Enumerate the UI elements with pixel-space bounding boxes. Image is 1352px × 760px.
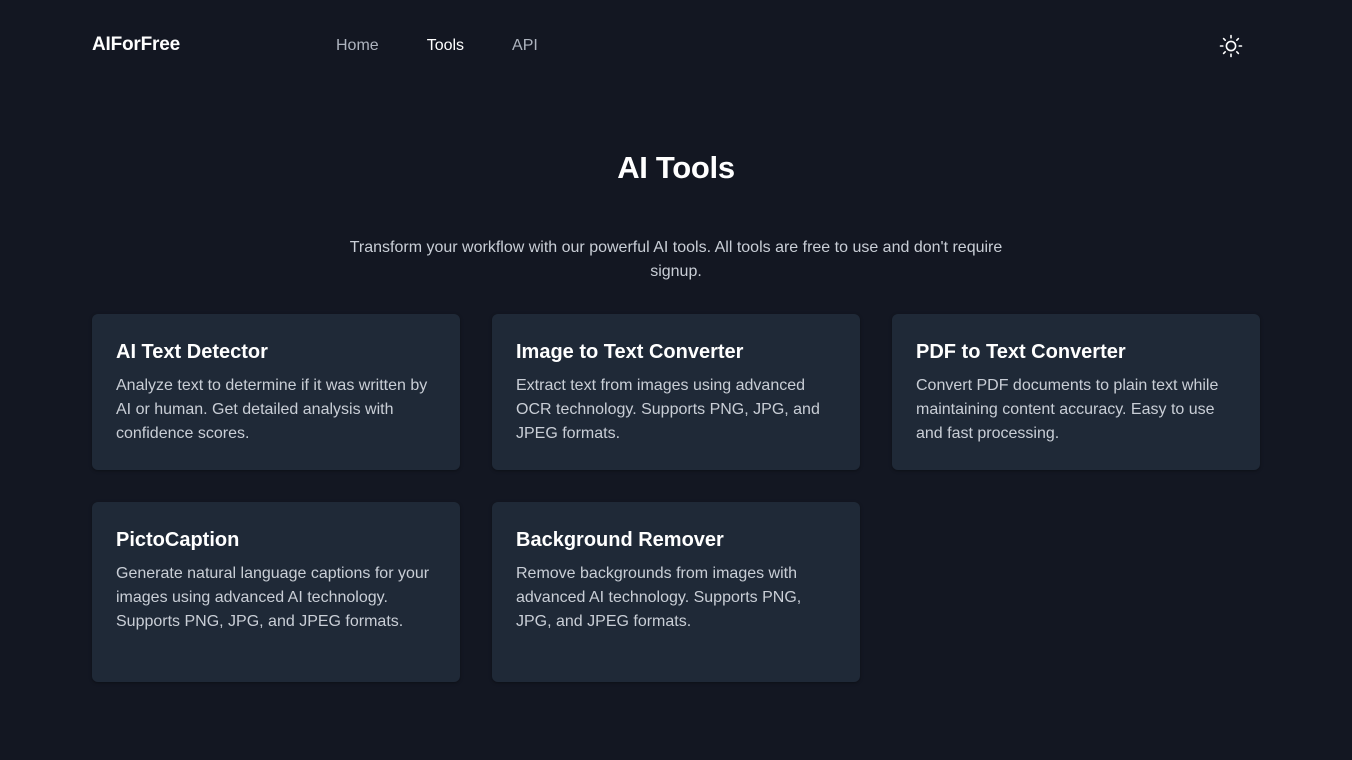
tool-card-description: Generate natural language captions for y… xyxy=(116,565,430,630)
page-subtitle: Transform your workflow with our powerfu… xyxy=(349,239,1003,280)
tool-card-pdf-to-text[interactable]: PDF to Text Converter Convert PDF docume… xyxy=(892,314,1260,470)
tool-card-title: Image to Text Converter xyxy=(516,341,744,363)
tool-card-background-remover[interactable]: Background Remover Remove backgrounds fr… xyxy=(492,502,860,682)
tool-card-title: PictoCaption xyxy=(116,529,240,551)
tool-card-ai-text-detector[interactable]: AI Text Detector Analyze text to determi… xyxy=(92,314,460,470)
site-header: AIForFree Home Tools API xyxy=(0,0,1352,92)
tool-card-description: Extract text from images using advanced … xyxy=(516,377,820,442)
tool-card-title: PDF to Text Converter xyxy=(916,341,1126,363)
tool-card-description: Remove backgrounds from images with adva… xyxy=(516,565,802,630)
nav-link-home[interactable]: Home xyxy=(336,37,379,55)
tool-card-title: Background Remover xyxy=(516,529,724,551)
page-title: AI Tools xyxy=(617,150,735,185)
nav-link-api[interactable]: API xyxy=(512,37,538,55)
tool-card-title: AI Text Detector xyxy=(116,341,268,363)
tool-card-pictocaption[interactable]: PictoCaption Generate natural language c… xyxy=(92,502,460,682)
tool-card-description: Convert PDF documents to plain text whil… xyxy=(916,377,1219,442)
theme-toggle-button[interactable] xyxy=(1219,34,1243,58)
tool-card-image-to-text[interactable]: Image to Text Converter Extract text fro… xyxy=(492,314,860,470)
sun-icon xyxy=(1219,34,1243,58)
brand-logo-link[interactable]: AIForFree xyxy=(92,34,180,56)
main-nav: Home Tools API xyxy=(336,37,586,55)
nav-link-tools[interactable]: Tools xyxy=(427,37,464,55)
tool-card-description: Analyze text to determine if it was writ… xyxy=(116,377,428,442)
